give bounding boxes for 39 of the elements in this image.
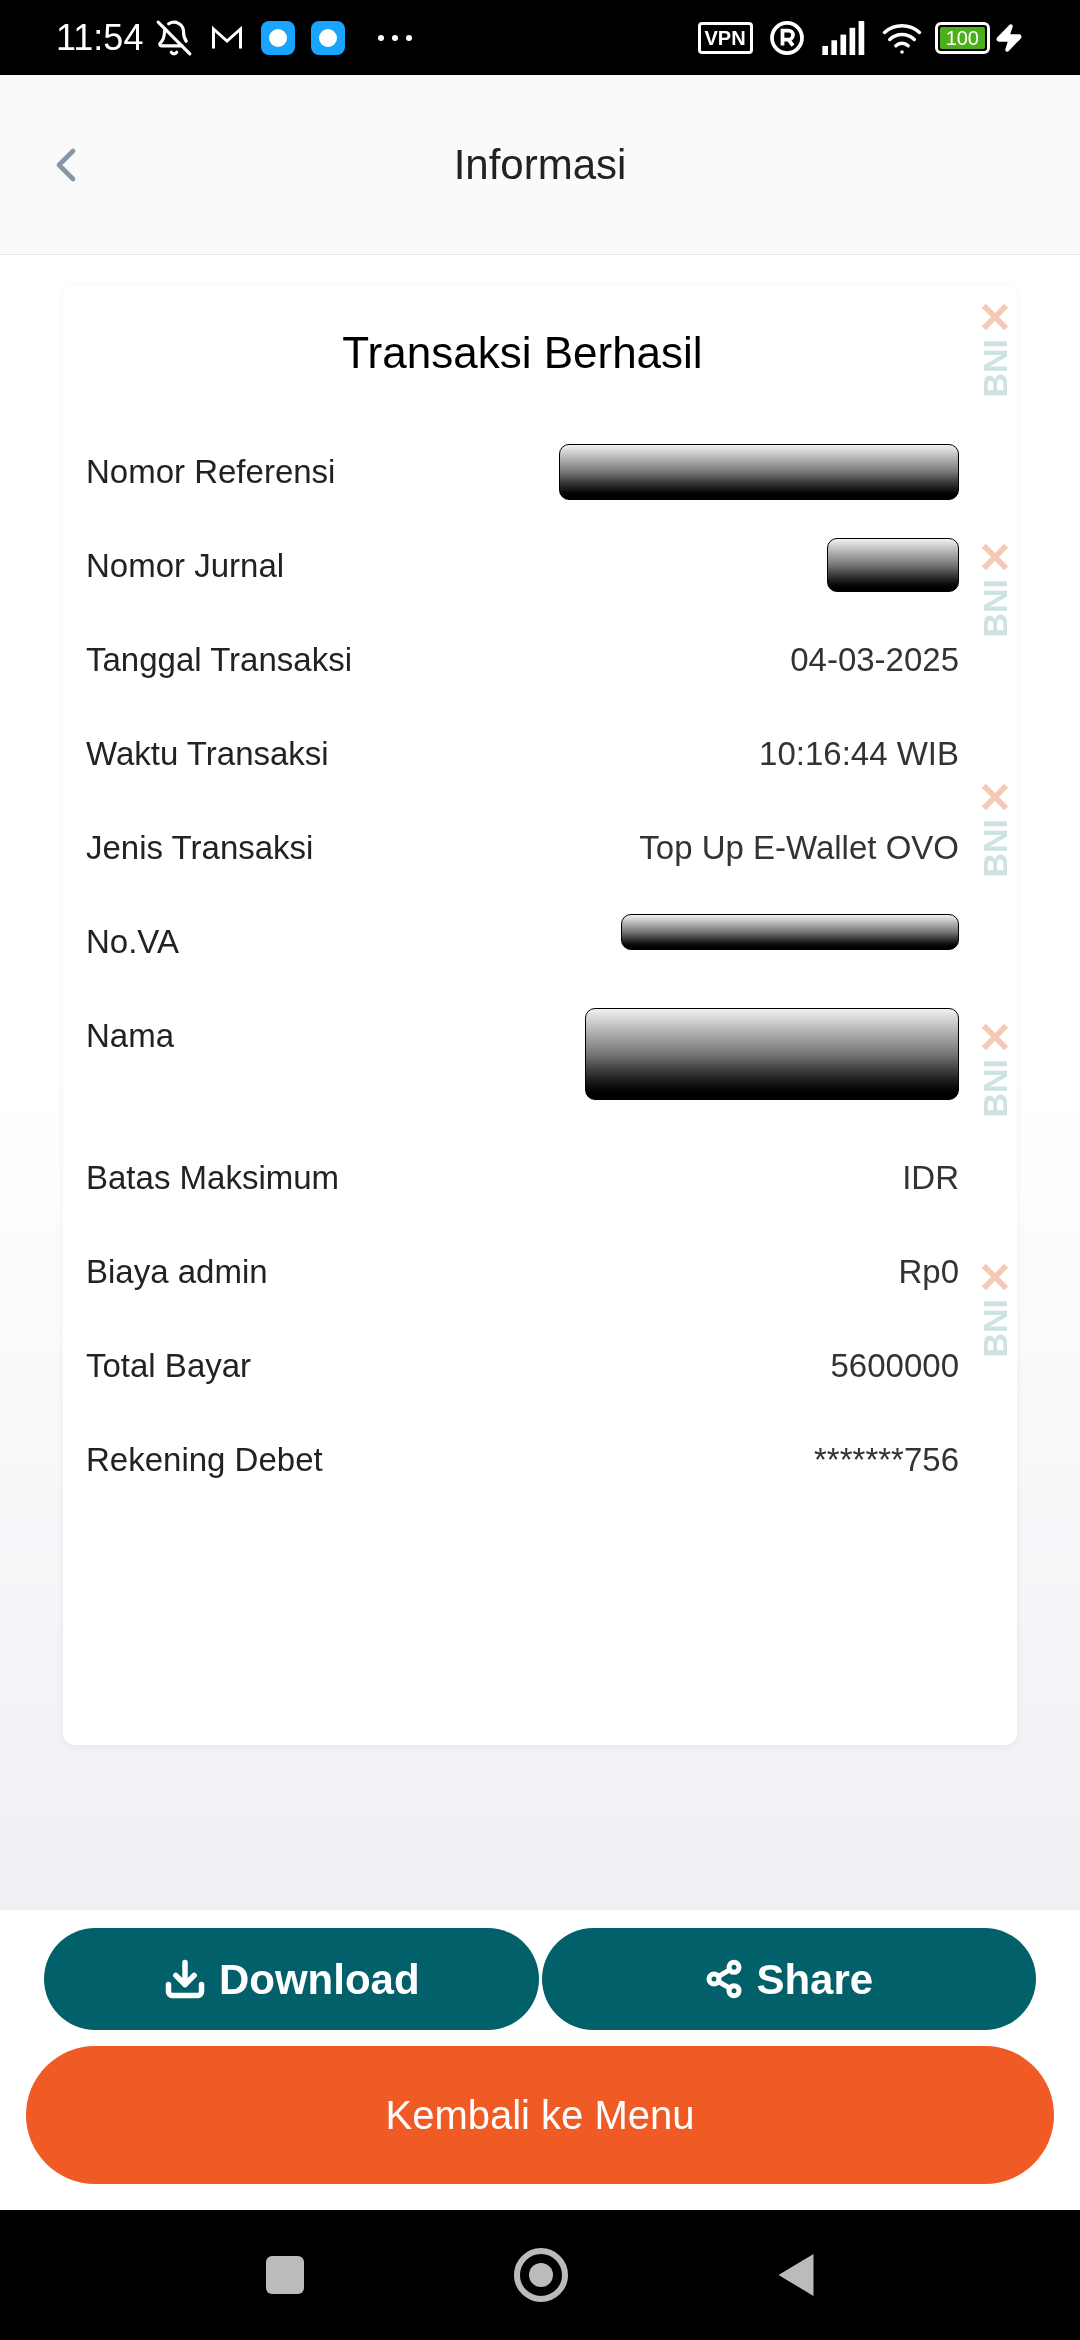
cross-icon: [981, 303, 1009, 331]
field-label: No.VA: [86, 922, 179, 962]
download-button[interactable]: Download: [44, 1928, 539, 2030]
receipt-title: Transaksi Berhasil: [341, 327, 704, 379]
field-label: Tanggal Transaksi: [86, 640, 352, 680]
recents-icon: [266, 2256, 304, 2294]
cross-icon: [981, 543, 1009, 571]
field-label: Nomor Referensi: [86, 452, 336, 492]
field-value: 10:16:44 WIB: [759, 734, 959, 774]
home-icon: [514, 2248, 568, 2302]
registered-icon: [768, 19, 805, 56]
field-label: Nomor Jurnal: [86, 546, 285, 586]
field-label: Batas Maksimum: [86, 1158, 340, 1198]
cross-icon: [981, 1263, 1009, 1291]
field-value: 5600000: [830, 1346, 959, 1386]
cross-icon: [981, 783, 1009, 811]
battery-level: 100: [939, 26, 985, 49]
vpn-badge: VPN: [697, 21, 753, 54]
field-label: Nama: [86, 1016, 175, 1056]
status-time: 11:54: [56, 15, 144, 60]
field-value: 04-03-2025: [790, 640, 959, 680]
field-label: Jenis Transaksi: [86, 828, 314, 868]
field-value: *******756: [814, 1440, 959, 1480]
field-label: Waktu Transaksi: [86, 734, 329, 774]
more-icon: [377, 33, 414, 42]
page-title: Informasi: [452, 140, 628, 190]
app-icon: [261, 20, 296, 55]
field-value: Rp0: [898, 1252, 959, 1292]
field-label: Biaya admin: [86, 1252, 268, 1292]
field-label: Rekening Debet: [86, 1440, 323, 1480]
field-value: IDR: [902, 1158, 959, 1198]
charging-icon: [994, 22, 1024, 53]
cross-icon: [981, 1023, 1009, 1051]
field-value: Top Up E-Wallet OVO: [639, 828, 959, 868]
share-button[interactable]: Share: [541, 1928, 1036, 2030]
back-nav-icon: [778, 2254, 814, 2296]
mute-icon: [155, 18, 194, 57]
field-label: Total Bayar: [86, 1346, 252, 1386]
app-icon: [311, 20, 346, 55]
